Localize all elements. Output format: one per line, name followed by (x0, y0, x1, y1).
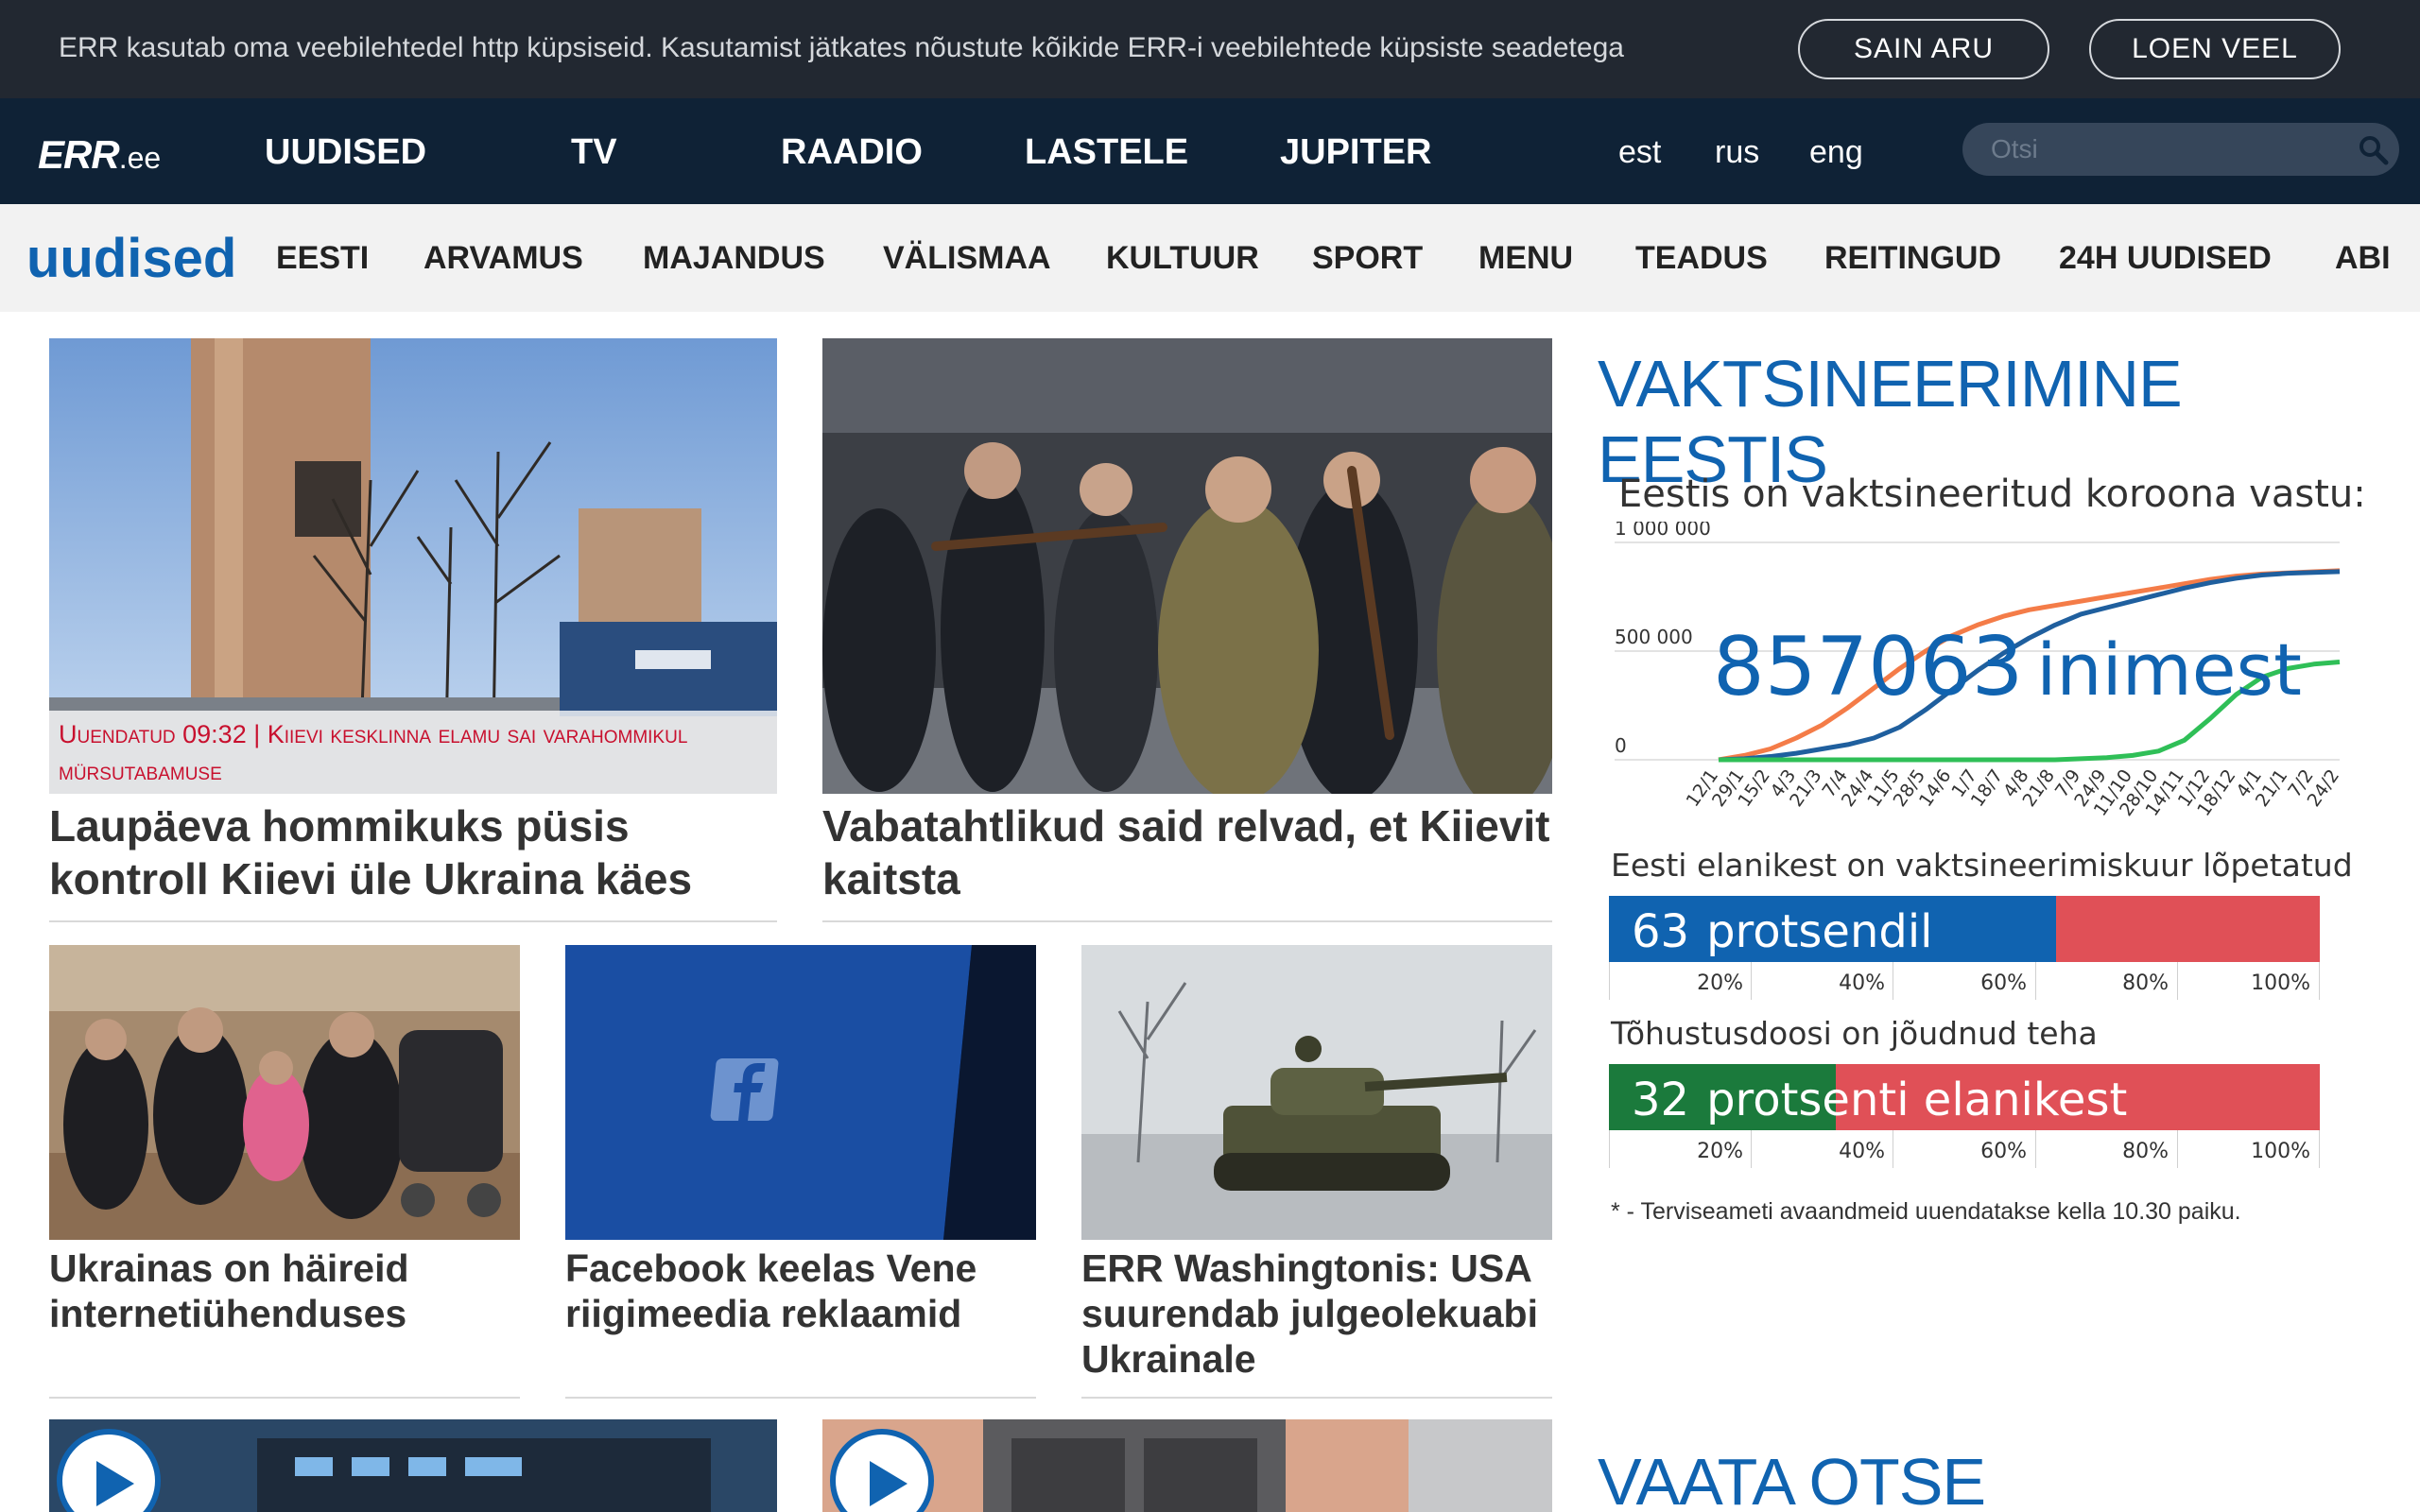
chart-ytick-label: 0 (1615, 734, 1627, 757)
lead-article-image-volunteers[interactable] (822, 338, 1552, 794)
bar1-tick-80: 80% (2122, 971, 2169, 995)
vaccinated-unit: inimest (2036, 627, 2302, 712)
bar1-tick-20: 20% (1697, 971, 1743, 995)
article-headline-facebook[interactable]: Facebook keelas Vene riigimeedia reklaam… (565, 1246, 1036, 1336)
bar2-tick-20: 20% (1697, 1140, 1743, 1163)
booster-bar: 32 protsenti elanikest (1609, 1064, 2320, 1130)
article-image-facebook[interactable] (565, 945, 1036, 1240)
booster-heading: Tõhustusdoosi on jõudnud teha (1611, 1015, 2098, 1052)
sidebar-title-live[interactable]: VAATA OTSE (1598, 1444, 1986, 1512)
bar2-axis: 20% 40% 60% 80% 100% (1609, 1130, 2320, 1168)
err-logo[interactable]: ERR.ee (38, 132, 161, 178)
top-navigation: ERR.ee UUDISED TV RAADIO LASTELE JUPITER… (0, 98, 2420, 204)
completed-course-text: protsendil (1706, 905, 1933, 958)
logo-text: ERR (38, 132, 120, 177)
data-footnote: * - Terviseameti avaandmeid uuendatakse … (1611, 1198, 2241, 1225)
booster-value: 32 (1632, 1074, 1690, 1126)
section-item-menu[interactable]: MENU (1478, 240, 1573, 277)
bar1-axis: 20% 40% 60% 80% 100% (1609, 962, 2320, 1000)
bar2-tick-60: 60% (1980, 1140, 2027, 1163)
cookie-banner: ERR kasutab oma veebilehtedel http küpsi… (0, 0, 2420, 98)
completed-course-heading: Eesti elanikest on vaktsineerimiskuur lõ… (1611, 847, 2353, 884)
play-icon (96, 1461, 134, 1506)
completed-course-value: 63 (1632, 905, 1690, 958)
language-est[interactable]: est (1618, 134, 1661, 171)
section-item-kultuur[interactable]: KULTUUR (1106, 240, 1259, 277)
search-input[interactable] (1962, 123, 2399, 176)
booster-text: protsenti elanikest (1706, 1074, 2128, 1126)
chart-ytick-label: 500 000 (1615, 626, 1693, 648)
topnav-item-uudised[interactable]: UUDISED (265, 132, 426, 173)
bar2-tick-80: 80% (2122, 1140, 2169, 1163)
section-item-24h-uudised[interactable]: 24H UUDISED (2059, 240, 2272, 277)
chart-heading: Eestis on vaktsineeritud koroona vastu: (1618, 472, 2366, 516)
section-item-sport[interactable]: SPORT (1312, 240, 1423, 277)
bar1-tick-100: 100% (2251, 971, 2310, 995)
divider (565, 1397, 1036, 1399)
lead-article-update-tag[interactable]: Uuendatud 09:32 | Kiievi kesklinna elamu… (59, 716, 758, 790)
vaccinated-number: 857063 (1713, 620, 2024, 714)
topnav-item-jupiter[interactable]: JUPITER (1280, 132, 1431, 173)
article-headline-internet[interactable]: Ukrainas on häireid internetiühenduses (49, 1246, 520, 1336)
cookie-text: ERR kasutab oma veebilehtedel http küpsi… (59, 32, 1624, 63)
section-item-teadus[interactable]: TEADUS (1635, 240, 1768, 277)
language-rus[interactable]: rus (1715, 134, 1759, 171)
topnav-item-raadio[interactable]: RAADIO (781, 132, 923, 173)
article-headline-usa[interactable]: ERR Washingtonis: USA suurendab julgeole… (1081, 1246, 1552, 1382)
divider (49, 920, 777, 922)
divider (822, 920, 1552, 922)
divider (49, 1397, 520, 1399)
bar2-tick-40: 40% (1839, 1140, 1885, 1163)
section-item-majandus[interactable]: MAJANDUS (643, 240, 825, 277)
topnav-item-tv[interactable]: TV (571, 132, 617, 173)
cookie-accept-button[interactable]: SAIN ARU (1798, 19, 2049, 79)
article-image-tank[interactable] (1081, 945, 1552, 1240)
divider (1081, 1397, 1552, 1399)
search-icon[interactable] (2358, 134, 2390, 166)
cookie-read-more-button[interactable]: LOEN VEEL (2089, 19, 2341, 79)
booster-label: 32 protsenti elanikest (1632, 1074, 2127, 1126)
bar1-tick-40: 40% (1839, 971, 1885, 995)
section-navigation: uudised EESTI ARVAMUS MAJANDUS VÄLISMAA … (0, 204, 2420, 312)
lead-article-headline-2[interactable]: Vabatahtlikud said relvad, et Kiievit ka… (822, 799, 1552, 905)
section-item-valismaa[interactable]: VÄLISMAA (883, 240, 1051, 277)
section-item-abi[interactable]: ABI (2335, 240, 2391, 277)
vaccinated-count: 857063 inimest (1713, 620, 2302, 714)
completed-course-bar: 63 protsendil (1609, 896, 2320, 962)
section-item-eesti[interactable]: EESTI (276, 240, 369, 277)
bar2-tick-100: 100% (2251, 1140, 2310, 1163)
article-image-shelter[interactable] (49, 945, 520, 1240)
topnav-item-lastele[interactable]: LASTELE (1025, 132, 1188, 173)
section-brand[interactable]: uudised (26, 227, 236, 290)
play-icon (870, 1461, 908, 1506)
section-item-reitingud[interactable]: REITINGUD (1824, 240, 2001, 277)
bar1-tick-60: 60% (1980, 971, 2027, 995)
completed-course-label: 63 protsendil (1632, 905, 1933, 958)
logo-suffix: .ee (118, 141, 162, 175)
language-eng[interactable]: eng (1809, 134, 1863, 171)
lead-article-headline-1[interactable]: Laupäeva hommikuks püsis kontroll Kiievi… (49, 799, 777, 905)
section-item-arvamus[interactable]: ARVAMUS (424, 240, 583, 277)
chart-ytick-label: 1 000 000 (1615, 522, 1711, 540)
